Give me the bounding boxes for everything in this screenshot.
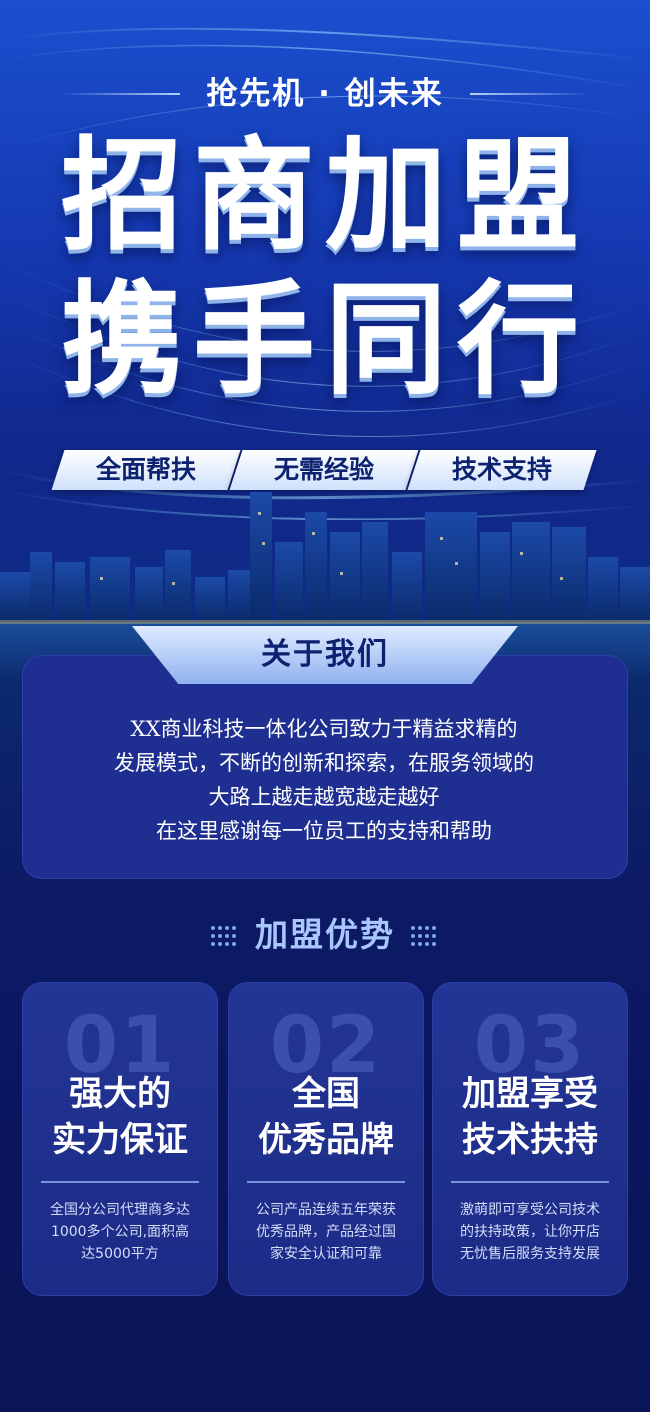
advantage-card-3: 03 加盟享受 技术扶持 激萌即可享受公司技术 的扶持政策，让你开店 无忧售后服… — [432, 982, 628, 1296]
card-title: 强大的 实力保证 — [23, 1071, 217, 1163]
card-description: 全国分公司代理商多达 1000多个公司,面积高 达5000平方 — [31, 1199, 209, 1265]
card-desc-line: 优秀品牌，产品经过国 — [256, 1224, 396, 1240]
card-title: 全国 优秀品牌 — [229, 1071, 423, 1163]
card-divider — [41, 1181, 199, 1183]
tagline-row: 抢先机 · 创未来 — [0, 72, 650, 116]
card-title-line: 全国 — [292, 1074, 360, 1114]
card-description: 激萌即可享受公司技术 的扶持政策，让你开店 无忧售后服务支持发展 — [441, 1199, 619, 1265]
card-title-line: 强大的 — [69, 1074, 171, 1114]
about-text-line: 发展模式，不断的创新和探索，在服务领域的 — [114, 751, 534, 775]
card-title: 加盟享受 技术扶持 — [433, 1071, 627, 1163]
about-title: 关于我们 — [261, 637, 389, 672]
advantage-card-1: 01 强大的 实力保证 全国分公司代理商多达 1000多个公司,面积高 达500… — [22, 982, 218, 1296]
card-description: 公司产品连续五年荣获 优秀品牌，产品经过国 家安全认证和可靠 — [237, 1199, 415, 1265]
card-title-line: 加盟享受 — [462, 1074, 598, 1114]
advantages-title: 加盟优势 — [255, 915, 395, 954]
card-desc-line: 公司产品连续五年荣获 — [256, 1202, 396, 1218]
card-desc-line: 家安全认证和可靠 — [270, 1246, 382, 1262]
card-desc-line: 1000多个公司,面积高 — [50, 1224, 190, 1240]
about-text-line: 在这里感谢每一位员工的支持和帮助 — [156, 819, 492, 843]
about-text: XX商业科技一体化公司致力于精益求精的 发展模式，不断的创新和探索，在服务领域的… — [22, 712, 626, 848]
card-desc-line: 的扶持政策，让你开店 — [460, 1224, 600, 1240]
card-desc-line: 全国分公司代理商多达 — [50, 1202, 190, 1218]
headline-line-2: 携手同行 — [61, 269, 589, 411]
card-title-line: 技术扶持 — [462, 1120, 598, 1160]
poster: 抢先机 · 创未来 招商加盟 携手同行 全面帮扶 无需经验 技术支持 关于我们 … — [0, 0, 650, 1412]
advantage-card-2: 02 全国 优秀品牌 公司产品连续五年荣获 优秀品牌，产品经过国 家安全认证和可… — [228, 982, 424, 1296]
about-text-line: XX商业科技一体化公司致力于精益求精的 — [130, 717, 518, 741]
card-title-line: 优秀品牌 — [258, 1120, 394, 1160]
card-desc-line: 无忧售后服务支持发展 — [460, 1246, 600, 1262]
card-divider — [451, 1181, 609, 1183]
card-desc-line: 激萌即可享受公司技术 — [460, 1202, 600, 1218]
card-title-line: 实力保证 — [52, 1120, 188, 1160]
tagline-right-line — [470, 93, 590, 95]
about-text-line: 大路上越走越宽越走越好 — [208, 785, 440, 809]
headline-line-1: 招商加盟 — [61, 125, 589, 267]
advantages-header: 加盟优势 — [0, 910, 650, 960]
dots-decoration-icon — [411, 926, 436, 946]
card-divider — [247, 1181, 405, 1183]
card-desc-line: 达5000平方 — [81, 1246, 159, 1262]
